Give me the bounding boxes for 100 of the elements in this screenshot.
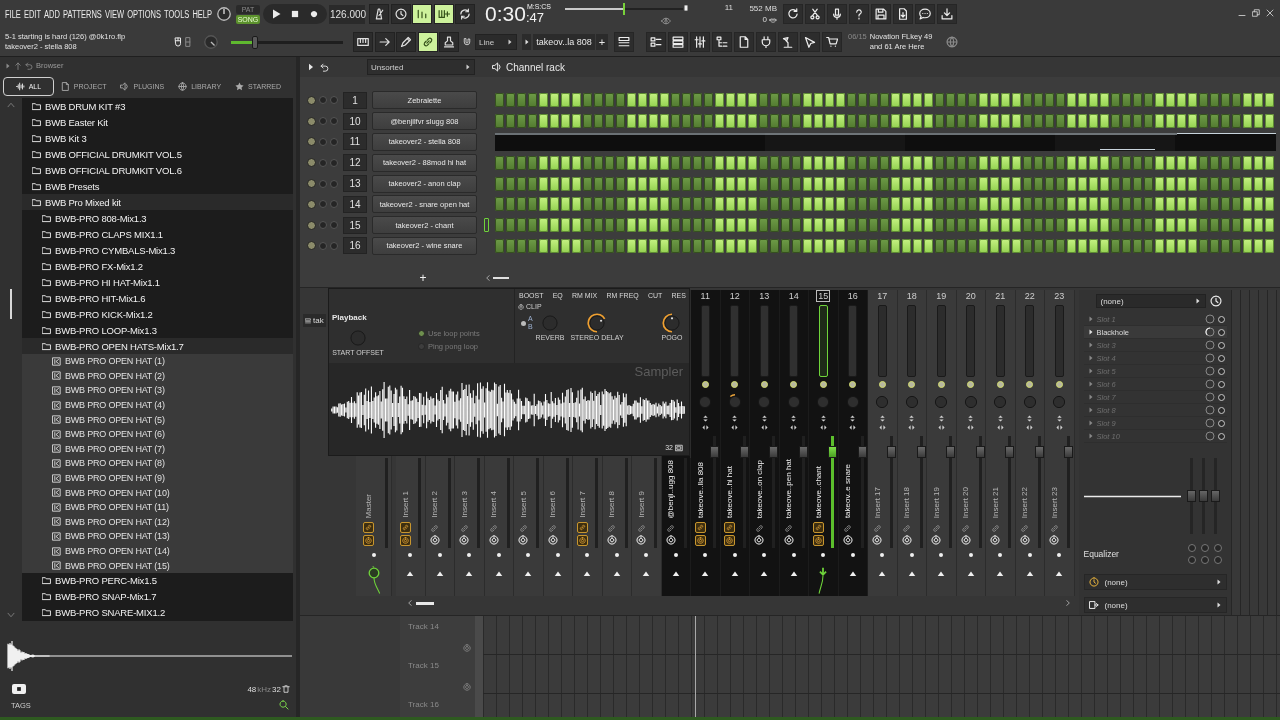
link-button[interactable]: [417, 32, 438, 52]
slider-thumb[interactable]: [251, 35, 258, 49]
tree-item[interactable]: BWB PRO OPEN HAT (1): [22, 354, 293, 369]
plug-button[interactable]: [756, 32, 776, 52]
mute-button[interactable]: [307, 158, 316, 168]
mixer-track[interactable]: Insert 2: [425, 458, 455, 596]
led-icon[interactable]: [967, 381, 975, 388]
send-knob-icon[interactable]: [366, 566, 381, 594]
menu-item[interactable]: TOOLS: [164, 8, 190, 20]
tree-item[interactable]: BWB PRO OPEN HAT (10): [22, 485, 293, 500]
mixer-track[interactable]: 14 takeove..pen hat: [779, 290, 809, 596]
route-dot-icon[interactable]: [1057, 553, 1062, 557]
tree-item[interactable]: BWB PRO OPEN HAT (15): [22, 558, 293, 573]
mute-button[interactable]: [307, 220, 316, 230]
add-pattern-button[interactable]: +: [596, 34, 608, 50]
route-dot-icon[interactable]: [437, 553, 442, 557]
led-icon[interactable]: [731, 381, 739, 388]
route-dot-icon[interactable]: [585, 553, 590, 557]
fader-thumb[interactable]: [1005, 446, 1014, 458]
led-icon[interactable]: [1217, 354, 1225, 362]
mixer-track[interactable]: Insert 7: [573, 458, 603, 596]
mixer-track[interactable]: Insert 4: [484, 458, 514, 596]
mix-knob[interactable]: [1204, 431, 1215, 441]
snap-dropdown[interactable]: Line: [475, 34, 517, 50]
led-icon[interactable]: [1055, 381, 1063, 388]
channel-number[interactable]: 12: [343, 154, 367, 172]
tree-item[interactable]: BWB Kit 3: [22, 130, 293, 146]
loop-button[interactable]: [455, 4, 475, 24]
mixer-track[interactable]: 21 Insert 21: [986, 290, 1016, 596]
bars-button[interactable]: [412, 4, 432, 24]
led-icon[interactable]: [1026, 381, 1034, 388]
mix-knob[interactable]: [1204, 353, 1215, 363]
route-dot-icon[interactable]: [526, 553, 531, 557]
output-dropdown[interactable]: (none): [1083, 597, 1227, 613]
channel-number[interactable]: 11: [343, 133, 367, 151]
tree-item[interactable]: BWB-PRO HIT-Mix1.6: [22, 290, 293, 306]
mic-button[interactable]: [827, 4, 847, 24]
mixer-track[interactable]: 15 takeove..chant: [809, 290, 839, 596]
mix-knob[interactable]: [1204, 327, 1215, 337]
preset-dropdown[interactable]: (none): [1095, 294, 1206, 308]
route-dot-icon[interactable]: [555, 553, 560, 557]
led-icon[interactable]: [1217, 315, 1225, 323]
tree-item[interactable]: BWB Presets: [22, 178, 293, 194]
led-icon[interactable]: [1217, 432, 1225, 440]
route-dot-icon[interactable]: [791, 553, 796, 557]
menu-item[interactable]: EDIT: [23, 8, 41, 20]
rotary-knob[interactable]: [662, 313, 682, 333]
led-icon[interactable]: [1217, 328, 1225, 336]
mix-knob[interactable]: [1204, 340, 1215, 350]
tree-item[interactable]: BWB-PRO 808-Mix1.3: [22, 210, 293, 226]
toolbar-knob[interactable]: [203, 34, 219, 50]
channel-number[interactable]: 10: [343, 112, 367, 130]
metronome-button[interactable]: [369, 4, 389, 24]
preview-stop-button[interactable]: [12, 684, 26, 694]
grid-plus-button[interactable]: [433, 4, 454, 24]
pointer-button[interactable]: [800, 32, 820, 52]
mixer-track[interactable]: 18 Insert 18: [897, 290, 927, 596]
tree-item[interactable]: BWB-PRO HI HAT-Mix1.1: [22, 274, 293, 290]
close-button[interactable]: [1266, 9, 1276, 19]
channel-number[interactable]: 1: [343, 91, 367, 109]
led-icon[interactable]: [1217, 367, 1225, 375]
side-tab[interactable]: tak: [303, 314, 326, 327]
fader-thumb[interactable]: [798, 446, 808, 458]
led-icon[interactable]: [878, 381, 886, 388]
tree-item[interactable]: BWB PRO OPEN HAT (5): [22, 412, 293, 427]
playlist-button[interactable]: [646, 32, 666, 52]
led-icon[interactable]: [1217, 393, 1225, 401]
route-dot-icon[interactable]: [371, 553, 376, 557]
pattern-arrow-button[interactable]: [522, 34, 531, 50]
fader-thumb[interactable]: [710, 446, 719, 458]
route-dot-icon[interactable]: [821, 553, 826, 557]
channel-number[interactable]: 16: [343, 237, 367, 255]
slider-thumb[interactable]: [1186, 490, 1196, 502]
keyboard-button[interactable]: [353, 32, 373, 52]
switch-icon[interactable]: [521, 320, 526, 326]
mixer-track[interactable]: 16 takeov..e snare: [838, 290, 868, 596]
toolbar-knob[interactable]: [216, 6, 232, 22]
download-button[interactable]: [937, 4, 957, 24]
led-icon[interactable]: [849, 381, 857, 388]
fader-thumb[interactable]: [1064, 446, 1073, 458]
filter-dropdown[interactable]: Unsorted: [367, 59, 475, 75]
mute-button[interactable]: [307, 241, 316, 251]
mixer-track[interactable]: Insert 6: [543, 458, 573, 596]
fader-thumb[interactable]: [887, 446, 896, 458]
help-button[interactable]: [849, 4, 869, 24]
route-dot-icon[interactable]: [703, 553, 708, 557]
input-dropdown[interactable]: (none): [1083, 574, 1227, 590]
pattern-selector[interactable]: takeov..la 808: [533, 34, 595, 50]
fader-thumb[interactable]: [857, 446, 867, 458]
mixer-track[interactable]: 13 takeove..on clap: [750, 290, 780, 596]
mute-button[interactable]: [307, 116, 316, 126]
route-dot-icon[interactable]: [408, 553, 413, 557]
route-dot-icon[interactable]: [673, 553, 678, 557]
scrollbar-thumb[interactable]: [10, 289, 12, 319]
tree-item[interactable]: BWB PRO OPEN HAT (13): [22, 529, 293, 544]
tree-item[interactable]: BWB-PRO KICK-Mix1.2: [22, 306, 293, 322]
tree-item[interactable]: BWB-PRO LOOP-Mix1.3: [22, 322, 293, 338]
desk-lamp-button[interactable]: [778, 32, 798, 52]
tree-item[interactable]: BWB-PRO OPEN HATS-Mix1.7: [22, 338, 293, 354]
mix-knob[interactable]: [1204, 366, 1215, 376]
